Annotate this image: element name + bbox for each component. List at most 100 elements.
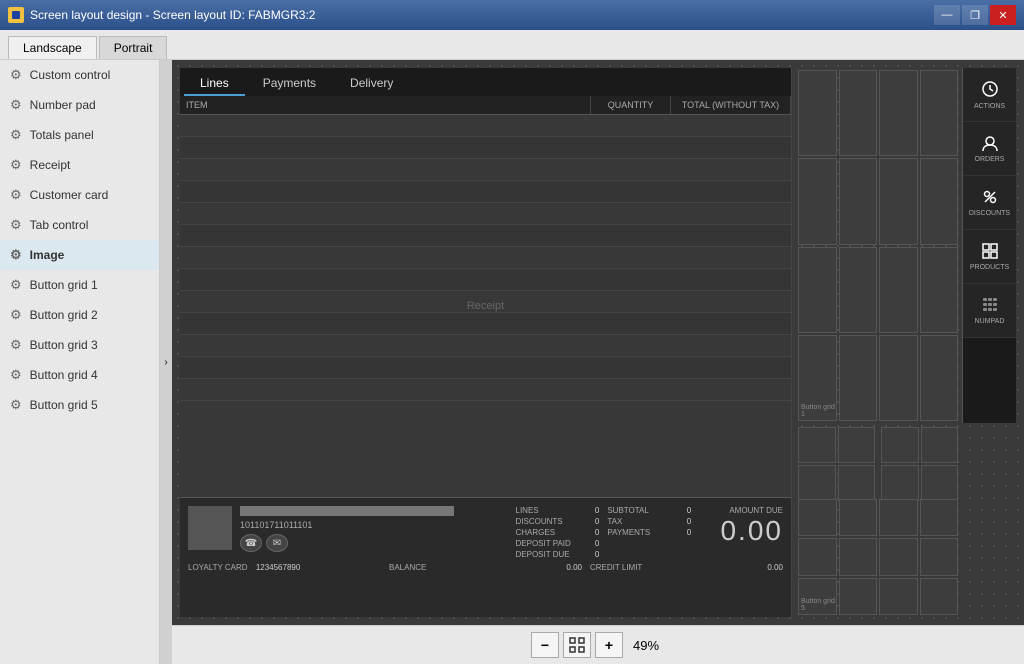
customer-avatar: [188, 506, 232, 550]
grid-btn[interactable]: [839, 247, 878, 333]
customer-id: 101101711011101: [240, 520, 508, 530]
grid-btn[interactable]: [920, 158, 959, 244]
orders-icon: [981, 134, 999, 154]
customer-name-bar: [240, 506, 454, 516]
sidebar-item-number-pad[interactable]: ⚙ Number pad: [0, 90, 159, 120]
grid-btn[interactable]: [879, 158, 918, 244]
grid-btn[interactable]: [798, 499, 837, 536]
grid-btn[interactable]: [881, 465, 919, 501]
sidebar-item-receipt[interactable]: ⚙ Receipt: [0, 150, 159, 180]
grid-btn[interactable]: [920, 578, 959, 615]
products-icon: [981, 242, 999, 262]
grid-btn[interactable]: Button grid 1: [798, 335, 837, 421]
tab-delivery[interactable]: Delivery: [334, 72, 409, 96]
sidebar-item-tab-control[interactable]: ⚙ Tab control: [0, 210, 159, 240]
grid-btn[interactable]: [879, 499, 918, 536]
sidebar-item-custom-control[interactable]: ⚙ Custom control: [0, 60, 159, 90]
grid-btn[interactable]: [920, 335, 959, 421]
gear-icon: ⚙: [10, 187, 22, 203]
grid-btn[interactable]: [920, 247, 959, 333]
val-discounts: 0: [595, 517, 599, 526]
sidebar-item-totals-panel[interactable]: ⚙ Totals panel: [0, 120, 159, 150]
receipt-row: [180, 379, 791, 401]
mid-spacer: [962, 425, 1016, 495]
sidebar-collapse[interactable]: ›: [160, 60, 172, 664]
grid-btn[interactable]: [879, 335, 918, 421]
window-title: Screen layout design - Screen layout ID:…: [30, 8, 315, 22]
canvas-area: Lines Payments Delivery ITEM QUANTITY TO…: [172, 60, 1024, 664]
tab-portrait[interactable]: Portrait: [99, 36, 168, 59]
tab-lines[interactable]: Lines: [184, 72, 245, 96]
sidebar-item-button-grid-1[interactable]: ⚙ Button grid 1: [0, 270, 159, 300]
grid-btn[interactable]: [798, 427, 836, 463]
sidebar-item-image[interactable]: ⚙ Image: [0, 240, 159, 270]
content-area: ⚙ Custom control ⚙ Number pad ⚙ Totals p…: [0, 60, 1024, 664]
tab-payments[interactable]: Payments: [247, 72, 332, 96]
grid-btn[interactable]: [920, 70, 959, 156]
grid-btn[interactable]: [838, 427, 876, 463]
grid-btn[interactable]: [879, 578, 918, 615]
zoom-in-button[interactable]: +: [595, 632, 623, 658]
grid-btn[interactable]: [920, 538, 959, 575]
sidebar-item-label: Custom control: [30, 68, 111, 82]
grid-btn[interactable]: [838, 465, 876, 501]
title-bar-left: Screen layout design - Screen layout ID:…: [8, 7, 315, 23]
action-panel: ACTIONS ORDERS: [962, 68, 1016, 423]
action-btn-numpad[interactable]: NUMPAD: [963, 284, 1016, 338]
grid-btn[interactable]: [839, 538, 878, 575]
totals-section: SUBTOTAL 0 TAX 0 PAYMENTS: [607, 506, 691, 559]
grid-btn[interactable]: [798, 465, 836, 501]
close-button[interactable]: ✕: [990, 5, 1016, 25]
sidebar-item-button-grid-4[interactable]: ⚙ Button grid 4: [0, 360, 159, 390]
sidebar-item-button-grid-3[interactable]: ⚙ Button grid 3: [0, 330, 159, 360]
gear-icon: ⚙: [10, 277, 22, 293]
grid-btn[interactable]: [839, 578, 878, 615]
grid-btn[interactable]: Button grid 5: [798, 578, 837, 615]
customer-top: 101101711011101 ☎ ✉: [188, 506, 783, 559]
grid-btn[interactable]: [879, 247, 918, 333]
action-btn-products[interactable]: PRODUCTS: [963, 230, 1016, 284]
val-deposit-paid: 0: [595, 539, 599, 548]
grid-btn[interactable]: [798, 158, 837, 244]
grid-btn[interactable]: [921, 465, 959, 501]
mid-grid-row: [796, 425, 1016, 495]
grid-btn[interactable]: [798, 247, 837, 333]
gear-icon: ⚙: [10, 367, 22, 383]
email-button[interactable]: ✉: [266, 534, 288, 552]
sidebar-item-button-grid-5[interactable]: ⚙ Button grid 5: [0, 390, 159, 420]
sidebar-item-label: Button grid 3: [30, 338, 98, 352]
phone-button[interactable]: ☎: [240, 534, 262, 552]
grid-btn[interactable]: [839, 70, 878, 156]
grid-btn[interactable]: [879, 538, 918, 575]
grid-btn[interactable]: [798, 70, 837, 156]
zoom-fit-button[interactable]: [563, 632, 591, 658]
receipt-area[interactable]: Receipt: [180, 115, 791, 497]
minimize-button[interactable]: —: [934, 5, 960, 25]
val-subtotal: 0: [687, 506, 691, 515]
action-btn-discounts[interactable]: DISCOUNTS: [963, 176, 1016, 230]
sidebar-item-label: Totals panel: [30, 128, 94, 142]
tab-landscape[interactable]: Landscape: [8, 36, 97, 59]
discounts-label: DISCOUNTS: [969, 210, 1010, 217]
discounts-icon: [981, 188, 999, 208]
gear-icon: ⚙: [10, 307, 22, 323]
action-btn-actions[interactable]: ACTIONS: [963, 68, 1016, 122]
grid-btn[interactable]: [839, 335, 878, 421]
action-btn-orders[interactable]: ORDERS: [963, 122, 1016, 176]
sidebar-item-button-grid-2[interactable]: ⚙ Button grid 2: [0, 300, 159, 330]
canvas-inner: Lines Payments Delivery ITEM QUANTITY TO…: [172, 60, 1024, 625]
receipt-row: [180, 115, 791, 137]
maximize-button[interactable]: ❐: [962, 5, 988, 25]
grid-btn[interactable]: [798, 538, 837, 575]
sidebar-item-label: Button grid 4: [30, 368, 98, 382]
grid-btn[interactable]: [839, 158, 878, 244]
grid-btn[interactable]: [879, 70, 918, 156]
grid-btn[interactable]: [839, 499, 878, 536]
grid-btn[interactable]: [881, 427, 919, 463]
app-container: Screen layout design - Screen layout ID:…: [0, 0, 1024, 664]
grid-btn[interactable]: [920, 499, 959, 536]
sidebar: ⚙ Custom control ⚙ Number pad ⚙ Totals p…: [0, 60, 160, 664]
grid-btn[interactable]: [921, 427, 959, 463]
sidebar-item-customer-card[interactable]: ⚙ Customer card: [0, 180, 159, 210]
zoom-out-button[interactable]: −: [531, 632, 559, 658]
